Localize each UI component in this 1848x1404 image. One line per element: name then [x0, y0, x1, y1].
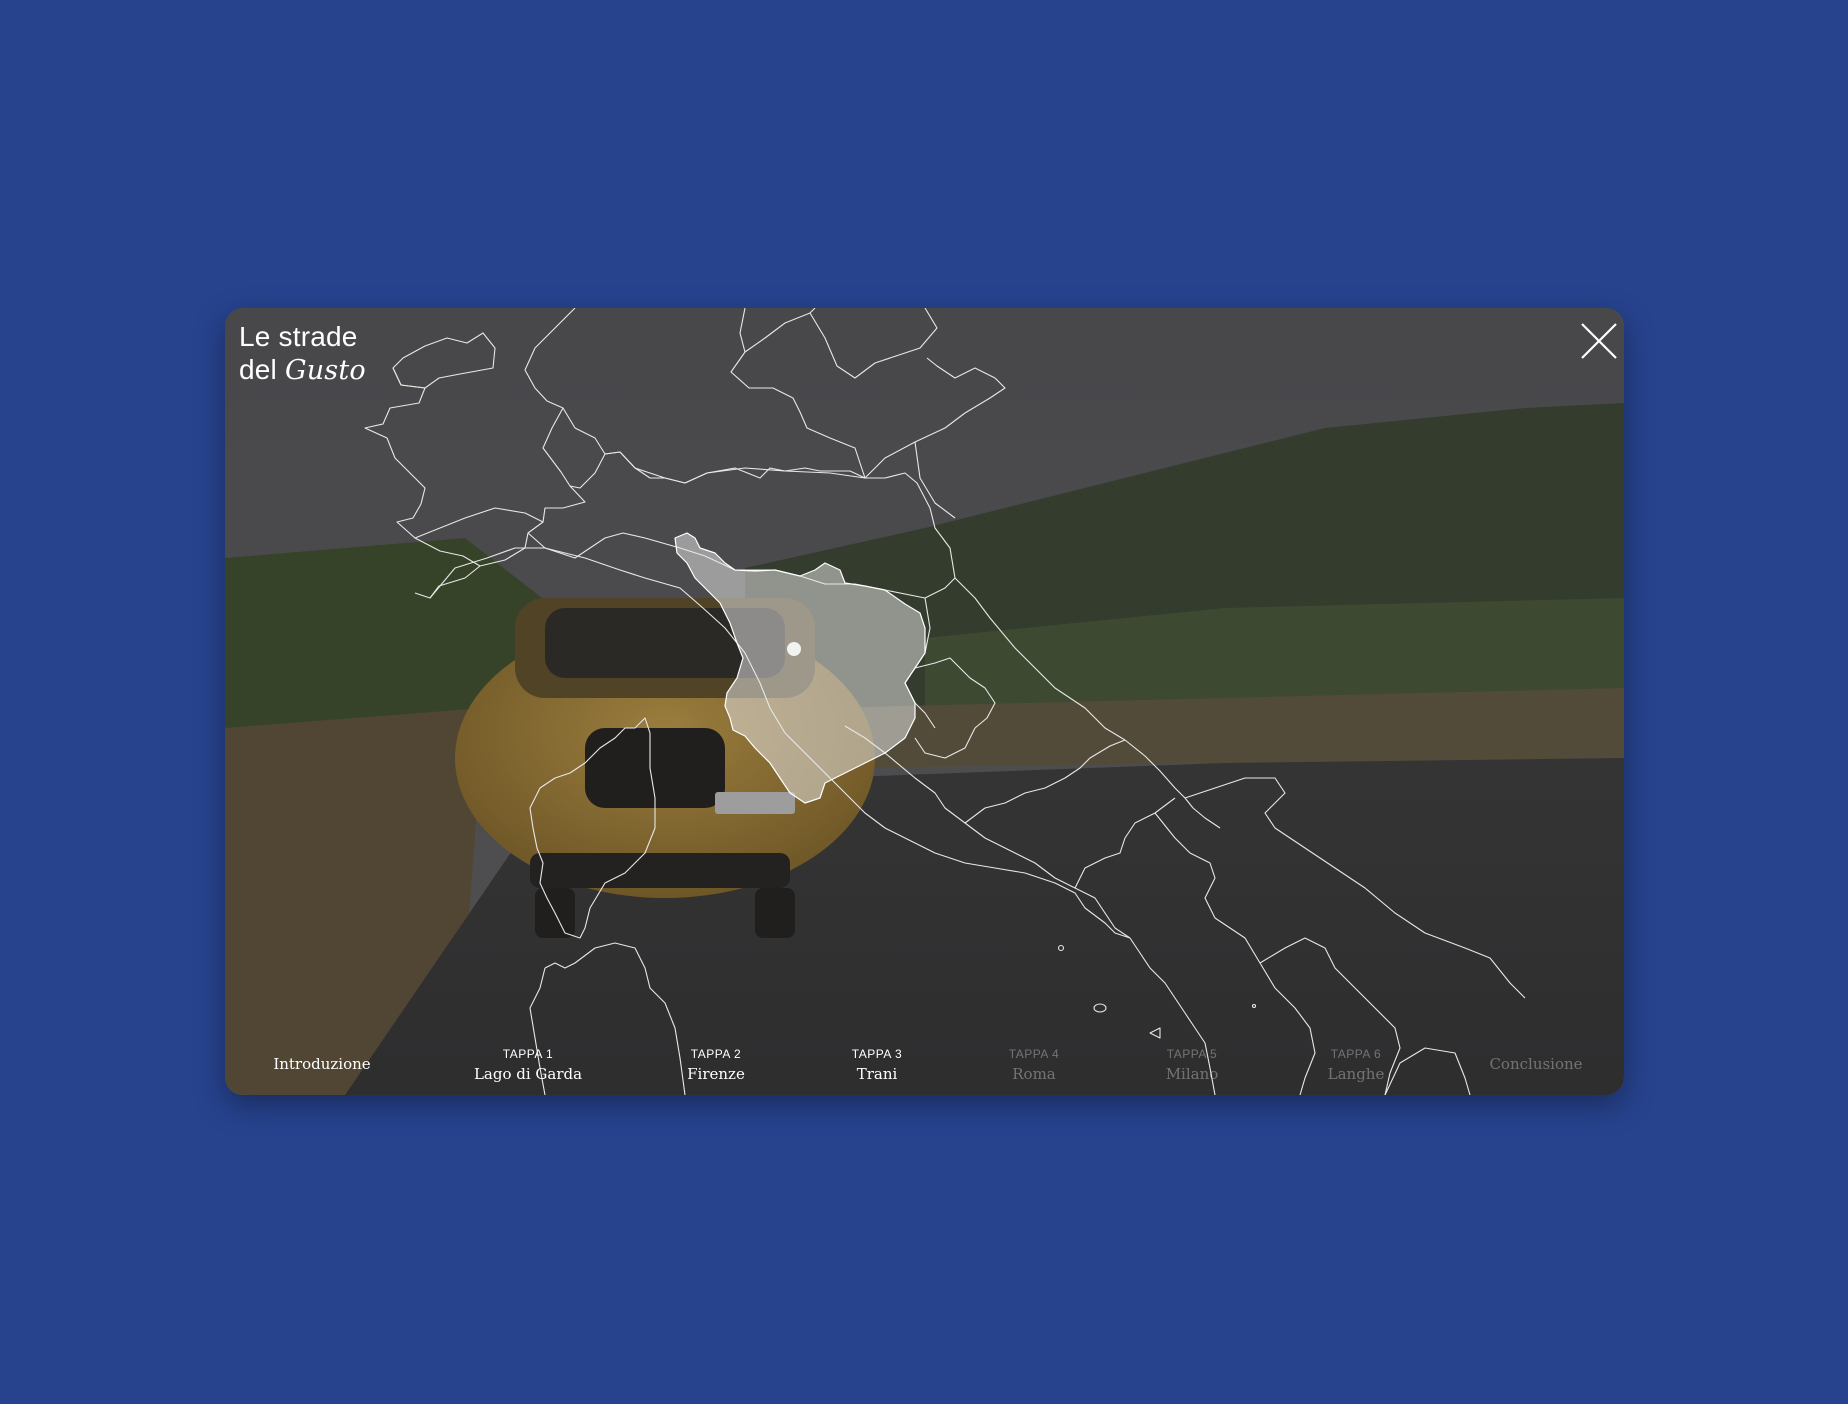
italy-region-map: [364, 308, 1526, 1095]
brand-line-2: del Gusto: [239, 353, 366, 387]
nav-conclusione[interactable]: Conclusione: [1489, 1055, 1582, 1083]
northern-border: [392, 332, 496, 389]
nav-introduzione-label: Introduzione: [273, 1055, 371, 1073]
marche-region: [904, 577, 1126, 741]
valle-d-aosta-region: [364, 367, 426, 505]
veneto-region: [864, 357, 1006, 519]
nav-conclusione-label: Conclusione: [1489, 1055, 1583, 1073]
abruzzo-region: [1074, 739, 1221, 889]
nav-tappa-3-tag: TAPPA 3: [851, 1047, 903, 1061]
story-viewer: Le strade del Gusto Introduzione TAPPA 1…: [225, 308, 1624, 1095]
nav-tappa-3-place: Trani: [856, 1065, 898, 1083]
nav-tappa-1[interactable]: TAPPA 1 Lago di Garda: [474, 1047, 582, 1083]
toscana-highlight: [674, 532, 926, 804]
liguria-region: [414, 507, 544, 599]
nav-tappa-4-tag: TAPPA 4: [1008, 1047, 1060, 1061]
close-icon: [1581, 323, 1617, 359]
firenze-marker[interactable]: [787, 642, 801, 656]
nav-tappa-4-place: Roma: [1012, 1065, 1056, 1083]
lazio-region: [844, 725, 1131, 939]
nav-tappa-6[interactable]: TAPPA 6 Langhe: [1328, 1047, 1385, 1083]
nav-tappa-2-tag: TAPPA 2: [690, 1047, 742, 1061]
nav-introduzione[interactable]: Introduzione: [273, 1055, 370, 1083]
nav-tappa-3[interactable]: TAPPA 3 Trani: [852, 1047, 902, 1083]
close-button[interactable]: [1578, 320, 1620, 362]
nav-tappa-5-place: Milano: [1165, 1065, 1219, 1083]
nav-tappa-6-tag: TAPPA 6: [1330, 1047, 1382, 1061]
brand-line-2-prefix: del: [239, 354, 277, 385]
stage-navigation: Introduzione TAPPA 1 Lago di Garda TAPPA…: [225, 1033, 1624, 1083]
nav-tappa-2-place: Firenze: [687, 1065, 745, 1083]
nav-tappa-2[interactable]: TAPPA 2 Firenze: [687, 1047, 745, 1083]
piemonte-region: [396, 308, 586, 567]
brand-line-1: Le strade: [239, 321, 358, 352]
brand-title: Le strade del Gusto: [239, 320, 366, 387]
lombardia-region: [562, 308, 866, 484]
nav-tappa-5-tag: TAPPA 5: [1166, 1047, 1218, 1061]
brand-line-2-italic: Gusto: [284, 355, 366, 386]
trentino-region: [744, 308, 938, 379]
nav-tappa-4[interactable]: TAPPA 4 Roma: [1009, 1047, 1059, 1083]
nav-tappa-1-tag: TAPPA 1: [502, 1047, 554, 1061]
umbria-region: [914, 657, 996, 759]
nav-tappa-6-place: Langhe: [1327, 1065, 1385, 1083]
nav-tappa-5[interactable]: TAPPA 5 Milano: [1166, 1047, 1219, 1083]
corsica-island: [529, 717, 656, 939]
nav-tappa-1-place: Lago di Garda: [473, 1065, 583, 1083]
